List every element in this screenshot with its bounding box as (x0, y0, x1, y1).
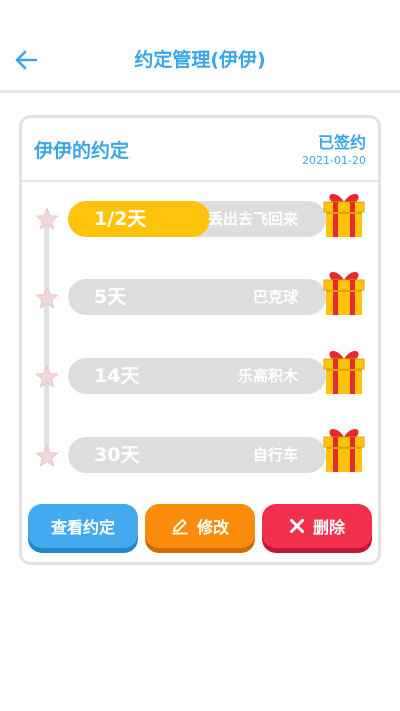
star-icon (35, 444, 59, 467)
gift-icon (323, 428, 365, 472)
milestone-reward: 自行车 (252, 446, 298, 464)
card-title: 伊伊的约定 (34, 140, 130, 162)
top-bar: 约定管理(伊伊) (0, 0, 400, 93)
close-icon (289, 519, 304, 533)
timeline-line (44, 217, 49, 460)
milestone-reward: 乐高积木 (237, 367, 298, 385)
milestone-days: 1/2天 (94, 208, 147, 230)
edit-label: 修改 (196, 518, 229, 537)
signed-date: 2021-01-20 (302, 154, 366, 167)
edit-button[interactable]: 修改 (145, 504, 255, 548)
star-icon (35, 286, 59, 309)
milestone-item[interactable]: 5天 巴克球 (68, 279, 326, 315)
gift-icon (323, 193, 365, 237)
view-agreement-button[interactable]: 查看约定 (28, 504, 138, 548)
pencil-icon (172, 519, 188, 535)
status-badge: 已签约 (317, 133, 366, 152)
gift-icon (323, 271, 365, 315)
agreement-card: 伊伊的约定 已签约 2021-01-20 1/2天 丢出去飞回来 5天 巴克球 (19, 115, 381, 565)
delete-label: 删除 (312, 518, 345, 537)
view-agreement-label: 查看约定 (50, 518, 115, 537)
page-title: 约定管理(伊伊) (134, 49, 266, 71)
milestone-reward: 丢出去飞回来 (207, 210, 298, 228)
card-header: 伊伊的约定 已签约 2021-01-20 (22, 118, 378, 180)
header-divider (0, 90, 400, 93)
delete-button[interactable]: 删除 (262, 504, 372, 548)
milestone-item[interactable]: 14天 乐高积木 (68, 358, 326, 394)
milestone-item[interactable]: 1/2天 丢出去飞回来 (68, 201, 326, 237)
star-icon (35, 365, 59, 388)
star-icon (35, 207, 59, 230)
card-divider (22, 180, 378, 182)
gift-icon (323, 350, 365, 394)
milestone-days: 14天 (94, 365, 140, 387)
milestone-days: 5天 (94, 286, 127, 308)
milestone-reward: 巴克球 (252, 288, 298, 306)
milestone-days: 30天 (94, 444, 140, 466)
milestone-item[interactable]: 30天 自行车 (68, 437, 326, 473)
